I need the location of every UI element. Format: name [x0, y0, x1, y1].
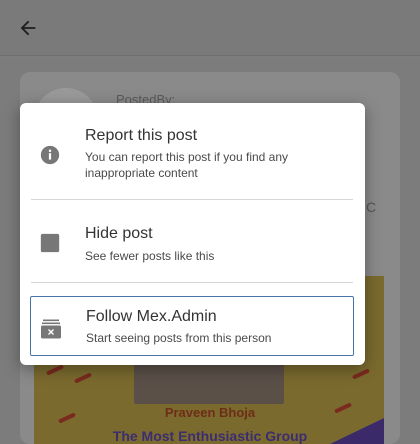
- post-options-dialog: Report this post You can report this pos…: [20, 103, 365, 365]
- hide-post-title: Hide post: [85, 225, 153, 242]
- report-post-subtitle: You can report this post if you find any…: [85, 150, 289, 180]
- report-post-option[interactable]: Report this post You can report this pos…: [20, 115, 365, 185]
- hide-square-icon: [38, 231, 62, 255]
- group-photo: [134, 360, 284, 404]
- banner-person-name: Praveen Bhoja: [164, 405, 256, 420]
- app-bar: [0, 0, 420, 56]
- post-text-fragment: C: [366, 199, 377, 215]
- decor-stripe: [73, 372, 93, 384]
- info-icon: [38, 143, 62, 167]
- divider: [31, 282, 353, 283]
- follow-inbox-icon: [39, 317, 63, 341]
- report-post-title: Report this post: [85, 127, 198, 144]
- back-button[interactable]: [12, 12, 44, 44]
- follow-user-subtitle: Start seeing posts from this person: [86, 331, 272, 345]
- follow-user-title: Follow Mex.Admin: [86, 308, 217, 325]
- hide-post-option[interactable]: Hide post See fewer posts like this: [20, 207, 365, 267]
- decor-stripe: [351, 368, 371, 380]
- divider: [31, 199, 353, 200]
- banner-group-title: The Most Enthusiastic Group: [112, 428, 308, 444]
- follow-user-option[interactable]: Follow Mex.Admin Start seeing posts from…: [30, 296, 354, 356]
- arrow-left-icon: [20, 20, 36, 36]
- decor-stripe: [45, 364, 65, 376]
- hide-post-subtitle: See fewer posts like this: [85, 249, 215, 263]
